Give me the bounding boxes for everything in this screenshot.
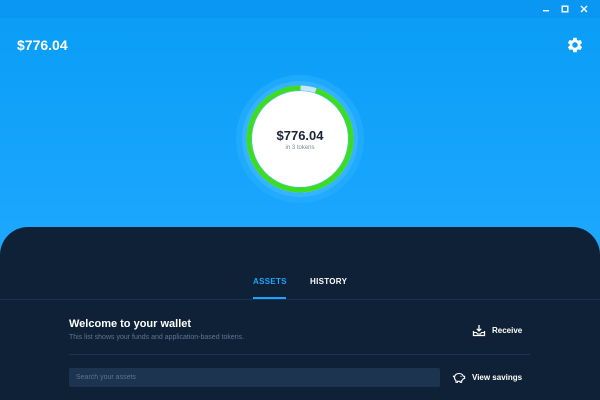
gear-icon[interactable]	[566, 36, 584, 54]
tab-history[interactable]: HISTORY	[310, 277, 347, 286]
assets-panel: ASSETS HISTORY Welcome to your wallet Th…	[0, 227, 600, 400]
search-input[interactable]	[69, 368, 440, 387]
view-savings-button[interactable]: View savings	[452, 370, 522, 384]
wallet-subtitle: This list shows your funds and applicati…	[69, 334, 245, 341]
maximize-icon[interactable]	[557, 1, 573, 17]
token-count: in 3 tokens	[285, 144, 315, 151]
tabs-divider	[0, 299, 600, 300]
wallet-title: Welcome to your wallet	[69, 318, 192, 330]
receive-label: Receive	[492, 325, 523, 335]
tab-bar: ASSETS HISTORY	[0, 227, 600, 300]
total-balance: $776.04	[276, 127, 324, 143]
title-bar	[0, 0, 600, 18]
piggy-bank-icon	[452, 372, 466, 383]
tab-assets[interactable]: ASSETS	[253, 277, 287, 286]
receive-button[interactable]: Receive	[472, 323, 522, 337]
view-savings-label: View savings	[472, 372, 523, 382]
close-icon[interactable]	[576, 1, 592, 17]
minimize-icon[interactable]	[538, 1, 554, 17]
inbox-download-icon	[472, 324, 486, 336]
ring-center: $776.04 in 3 tokens	[235, 74, 365, 204]
content-divider	[69, 354, 530, 355]
balance-ring: $776.04 in 3 tokens	[235, 74, 365, 204]
header-balance: $776.04	[17, 37, 68, 53]
